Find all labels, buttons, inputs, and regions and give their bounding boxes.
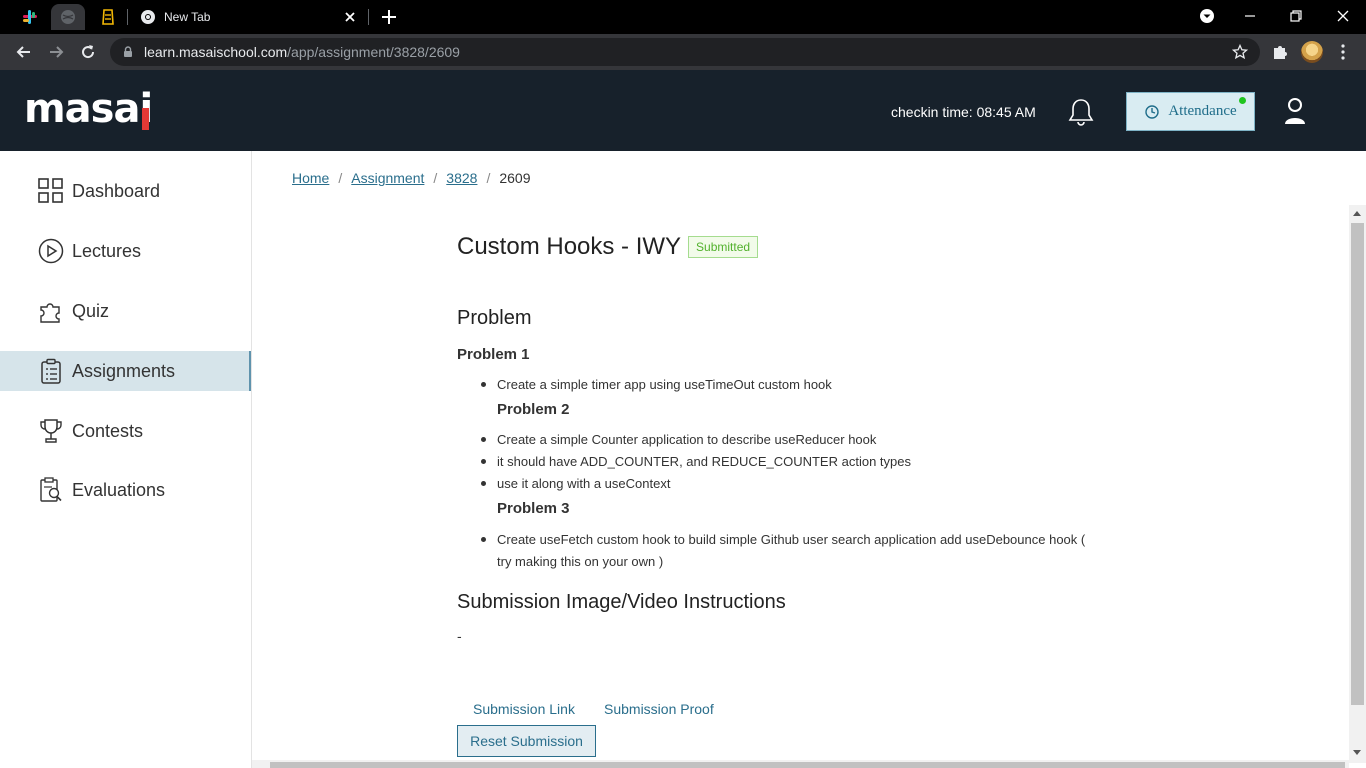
url-domain: learn.masaischool.com bbox=[144, 44, 287, 60]
new-tab-plus-icon[interactable] bbox=[379, 7, 399, 27]
horizontal-scrollbar[interactable] bbox=[252, 760, 1349, 768]
sidebar-item-dashboard[interactable]: Dashboard bbox=[0, 171, 251, 211]
sidebar-item-lectures[interactable]: Lectures bbox=[0, 231, 251, 271]
breadcrumb-id[interactable]: 3828 bbox=[446, 170, 477, 186]
breadcrumb-separator: / bbox=[486, 170, 490, 186]
scroll-down-arrow-icon[interactable] bbox=[1353, 750, 1361, 755]
puzzle-icon bbox=[38, 298, 64, 324]
evaluation-icon bbox=[38, 477, 64, 503]
list-item: it should have ADD_COUNTER, and REDUCE_C… bbox=[497, 451, 911, 473]
more-menu-icon[interactable] bbox=[1334, 43, 1352, 61]
problem-3-title: Problem 3 bbox=[497, 500, 570, 517]
close-icon[interactable] bbox=[342, 9, 358, 25]
slack-icon bbox=[21, 8, 39, 26]
list-item: use it along with a useContext bbox=[497, 473, 670, 495]
bell-icon[interactable] bbox=[1067, 97, 1095, 127]
extensions-puzzle-icon[interactable] bbox=[1271, 43, 1289, 61]
grid-icon bbox=[38, 178, 64, 204]
bookmark-star-icon[interactable] bbox=[1232, 44, 1248, 60]
masai-logo[interactable]: masai bbox=[24, 86, 152, 132]
tab-new-tab[interactable]: New Tab bbox=[128, 0, 368, 34]
attendance-button[interactable]: Attendance bbox=[1126, 92, 1255, 131]
scroll-up-arrow-icon[interactable] bbox=[1353, 211, 1361, 216]
tab-label: New Tab bbox=[164, 10, 210, 24]
tab-search-icon[interactable] bbox=[1197, 6, 1217, 26]
attendance-label: Attendance bbox=[1168, 103, 1236, 120]
app-header: masai checkin time: 08:45 AM Attendance bbox=[0, 70, 1366, 151]
minimize-icon[interactable] bbox=[1240, 6, 1260, 26]
sidebar-item-contests[interactable]: Contests bbox=[0, 411, 251, 451]
online-status-dot bbox=[1239, 97, 1246, 104]
breadcrumb: Home / Assignment / 3828 / 2609 bbox=[292, 170, 531, 186]
chrome-icon bbox=[140, 9, 156, 25]
sidebar-item-label: Contests bbox=[72, 421, 143, 442]
tab-pinned-app[interactable] bbox=[91, 4, 125, 30]
breadcrumb-separator: / bbox=[433, 170, 437, 186]
trophy-icon bbox=[38, 418, 64, 444]
address-bar[interactable]: learn.masaischool.com/app/assignment/382… bbox=[110, 38, 1260, 66]
breadcrumb-separator: / bbox=[338, 170, 342, 186]
sidebar-item-label: Quiz bbox=[72, 301, 109, 322]
submission-instructions: - bbox=[457, 628, 462, 644]
sidebar-item-label: Assignments bbox=[72, 361, 175, 382]
window-close-icon[interactable] bbox=[1333, 6, 1353, 26]
scrollbar-thumb[interactable] bbox=[270, 762, 1345, 768]
status-badge: Submitted bbox=[688, 236, 758, 258]
browser-tab-bar: New Tab bbox=[0, 0, 1366, 34]
user-icon[interactable] bbox=[1283, 97, 1307, 125]
problem-heading: Problem bbox=[457, 307, 531, 330]
sidebar-item-assignments[interactable]: Assignments bbox=[0, 351, 251, 391]
list-item: Create useFetch custom hook to build sim… bbox=[497, 529, 1085, 551]
scrollbar-thumb[interactable] bbox=[1351, 223, 1364, 705]
breadcrumb-current: 2609 bbox=[499, 170, 530, 186]
tab-current[interactable] bbox=[51, 4, 85, 30]
lock-icon bbox=[122, 46, 134, 58]
tab-separator bbox=[368, 9, 369, 25]
list-item-continuation: try making this on your own ) bbox=[497, 551, 663, 573]
submission-heading: Submission Image/Video Instructions bbox=[457, 591, 786, 614]
play-circle-icon bbox=[38, 238, 64, 264]
restore-icon[interactable] bbox=[1286, 6, 1306, 26]
sidebar-item-quiz[interactable]: Quiz bbox=[0, 291, 251, 331]
sidebar: Dashboard Lectures Quiz Assignments bbox=[0, 151, 252, 768]
bookmark-app-icon bbox=[101, 9, 115, 25]
forward-arrow-icon[interactable] bbox=[46, 42, 66, 62]
globe-icon bbox=[60, 9, 76, 25]
problem-1-title: Problem 1 bbox=[457, 346, 530, 363]
clipboard-icon bbox=[38, 358, 64, 384]
sidebar-item-label: Lectures bbox=[72, 241, 141, 262]
tab-slack[interactable] bbox=[13, 4, 47, 30]
vertical-scrollbar[interactable] bbox=[1349, 205, 1366, 763]
clock-icon bbox=[1144, 104, 1160, 120]
list-item: Create a simple timer app using useTimeO… bbox=[497, 374, 832, 396]
profile-avatar[interactable] bbox=[1301, 41, 1323, 63]
logo-accent bbox=[142, 108, 149, 130]
url-text: learn.masaischool.com/app/assignment/382… bbox=[144, 44, 460, 60]
main-content: Home / Assignment / 3828 / 2609 Custom H… bbox=[252, 151, 1366, 768]
back-arrow-icon[interactable] bbox=[14, 42, 34, 62]
problem-2-title: Problem 2 bbox=[497, 401, 570, 418]
tab-submission-proof[interactable]: Submission Proof bbox=[604, 701, 714, 717]
breadcrumb-assignment[interactable]: Assignment bbox=[351, 170, 424, 186]
tab-submission-link[interactable]: Submission Link bbox=[473, 701, 575, 717]
checkin-time: checkin time: 08:45 AM bbox=[891, 104, 1036, 120]
list-item: Create a simple Counter application to d… bbox=[497, 429, 876, 451]
page-title: Custom Hooks - IWY bbox=[457, 233, 681, 261]
sidebar-item-evaluations[interactable]: Evaluations bbox=[0, 470, 251, 510]
browser-toolbar: learn.masaischool.com/app/assignment/382… bbox=[0, 34, 1366, 70]
reset-submission-button[interactable]: Reset Submission bbox=[457, 725, 596, 757]
url-path: /app/assignment/3828/2609 bbox=[287, 44, 460, 60]
sidebar-item-label: Dashboard bbox=[72, 181, 160, 202]
sidebar-item-label: Evaluations bbox=[72, 480, 165, 501]
breadcrumb-home[interactable]: Home bbox=[292, 170, 329, 186]
reload-icon[interactable] bbox=[78, 42, 98, 62]
